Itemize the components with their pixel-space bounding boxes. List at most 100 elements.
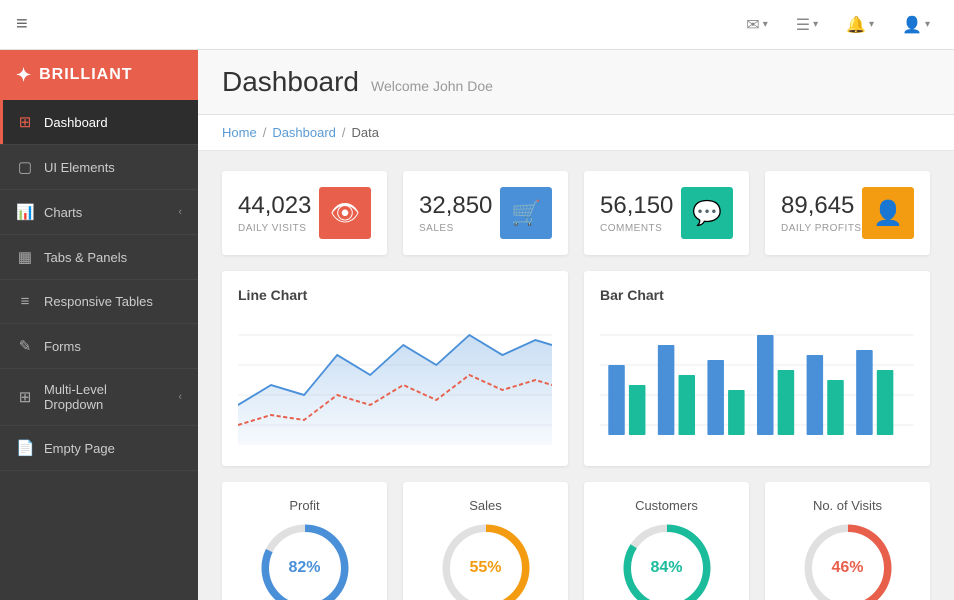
breadcrumb-sep-2: / [342,125,346,140]
breadcrumb-sep-1: / [263,125,267,140]
sidebar-item-multi-level[interactable]: ⊞ Multi-Level Dropdown ‹ [0,369,198,426]
donut-container-customers: 84% [622,523,712,600]
donut-title-sales: Sales [469,498,502,513]
bar-chart-svg [600,315,914,445]
forms-icon: ✎ [16,337,34,355]
donut-container-profit: 82% [260,523,350,600]
brand-name: BRILLIANT [39,66,132,84]
bell-caret-icon: ▾ [869,19,874,30]
stat-label-profits: DAILY PROFITS [781,223,862,234]
sidebar-label-tabs-panels: Tabs & Panels [44,250,182,265]
sidebar-label-ui-elements: UI Elements [44,160,182,175]
stat-info-visits: 44,023 DAILY VISITS [238,192,311,234]
stat-icon-comments: 💬 [681,187,733,239]
charts-arrow-icon: ‹ [178,206,182,218]
main-content: Dashboard Welcome John Doe Home / Dashbo… [198,50,954,600]
stat-card-sales: 32,850 SALES 🛒 [403,171,568,255]
stats-row: 44,023 DAILY VISITS 👁 32,850 SALES 🛒 56,… [198,151,954,271]
email-icon: ✉ [746,15,759,35]
page-title: Dashboard [222,66,359,98]
stat-icon-visits: 👁 [319,187,371,239]
stat-label-sales: SALES [419,223,492,234]
donut-card-sales: Sales 55% [403,482,568,600]
dashboard-icon: ⊞ [16,113,34,131]
top-navbar: ≡ ✉ ▾ ☰ ▾ 🔔 ▾ 👤 ▾ [0,0,954,50]
stat-value-comments: 56,150 [600,192,673,220]
sidebar-item-ui-elements[interactable]: ▢ UI Elements [0,145,198,190]
stat-info-profits: 89,645 DAILY PROFITS [781,192,862,234]
stat-icon-sales: 🛒 [500,187,552,239]
sidebar-item-dashboard[interactable]: ⊞ Dashboard [0,100,198,145]
main-layout: ✦ BRILLIANT ⊞ Dashboard ▢ UI Elements 📊 … [0,50,954,600]
donut-label-customers: 84% [650,559,682,577]
list-icon: ☰ [796,15,810,35]
line-chart-title: Line Chart [238,287,552,303]
user-caret-icon: ▾ [925,19,930,30]
stat-info-sales: 32,850 SALES [419,192,492,234]
donut-title-profit: Profit [289,498,319,513]
sidebar-label-dashboard: Dashboard [44,115,182,130]
donut-card-customers: Customers 84% [584,482,749,600]
bar-chart-card: Bar Chart [584,271,930,466]
donut-label-visits: 46% [831,559,863,577]
list-nav-button[interactable]: ☰ ▾ [788,11,826,39]
email-caret-icon: ▾ [763,19,768,30]
tabs-panels-icon: ▦ [16,248,34,266]
donut-title-customers: Customers [635,498,698,513]
breadcrumb: Home / Dashboard / Data [198,115,954,151]
sidebar: ✦ BRILLIANT ⊞ Dashboard ▢ UI Elements 📊 … [0,50,198,600]
donut-card-visits: No. of Visits 46% [765,482,930,600]
ui-elements-icon: ▢ [16,158,34,176]
sidebar-label-forms: Forms [44,339,182,354]
sidebar-label-charts: Charts [44,205,168,220]
sidebar-item-tabs-panels[interactable]: ▦ Tabs & Panels [0,235,198,280]
donut-label-profit: 82% [288,559,320,577]
breadcrumb-dashboard[interactable]: Dashboard [272,125,336,140]
content-header: Dashboard Welcome John Doe [198,50,954,115]
bar-chart-title: Bar Chart [600,287,914,303]
brand-icon: ✦ [16,65,31,86]
donut-title-visits: No. of Visits [813,498,882,513]
hamburger-button[interactable]: ≡ [16,13,28,36]
stat-card-visits: 44,023 DAILY VISITS 👁 [222,171,387,255]
sidebar-item-forms[interactable]: ✎ Forms [0,324,198,369]
charts-row: Line Chart [198,271,954,482]
stat-label-comments: COMMENTS [600,223,673,234]
stat-value-visits: 44,023 [238,192,311,220]
list-caret-icon: ▾ [813,19,818,30]
stat-value-sales: 32,850 [419,192,492,220]
topnav-left: ≡ [16,13,28,36]
donut-container-visits: 46% [803,523,893,600]
user-icon: 👤 [902,15,922,35]
line-chart-svg [238,315,552,445]
sidebar-item-empty-page[interactable]: 📄 Empty Page [0,426,198,471]
stat-card-profits: 89,645 DAILY PROFITS 👤 [765,171,930,255]
stat-value-profits: 89,645 [781,192,862,220]
breadcrumb-home[interactable]: Home [222,125,257,140]
brand-logo: ✦ BRILLIANT [0,50,198,100]
sidebar-item-charts[interactable]: 📊 Charts ‹ [0,190,198,235]
user-nav-button[interactable]: 👤 ▾ [894,11,938,39]
stat-info-comments: 56,150 COMMENTS [600,192,673,234]
sidebar-item-responsive-tables[interactable]: ≡ Responsive Tables [0,280,198,324]
sidebar-menu: ⊞ Dashboard ▢ UI Elements 📊 Charts ‹ ▦ T… [0,100,198,600]
donut-row: Profit 82% 820 Sales [198,482,954,600]
bell-icon: 🔔 [846,15,866,35]
sidebar-label-responsive-tables: Responsive Tables [44,294,182,309]
donut-card-profit: Profit 82% 820 [222,482,387,600]
sidebar-label-empty-page: Empty Page [44,441,182,456]
stat-icon-profits: 👤 [862,187,914,239]
page-subtitle: Welcome John Doe [371,78,493,94]
donut-label-sales: 55% [469,559,501,577]
bell-nav-button[interactable]: 🔔 ▾ [838,11,882,39]
multi-level-icon: ⊞ [16,388,34,406]
email-nav-button[interactable]: ✉ ▾ [738,11,775,39]
breadcrumb-current: Data [352,125,379,140]
responsive-tables-icon: ≡ [16,293,34,310]
stat-card-comments: 56,150 COMMENTS 💬 [584,171,749,255]
topnav-right: ✉ ▾ ☰ ▾ 🔔 ▾ 👤 ▾ [738,11,938,39]
charts-icon: 📊 [16,203,34,221]
stat-label-visits: DAILY VISITS [238,223,311,234]
multi-level-arrow-icon: ‹ [178,391,182,403]
sidebar-label-multi-level: Multi-Level Dropdown [44,382,168,412]
